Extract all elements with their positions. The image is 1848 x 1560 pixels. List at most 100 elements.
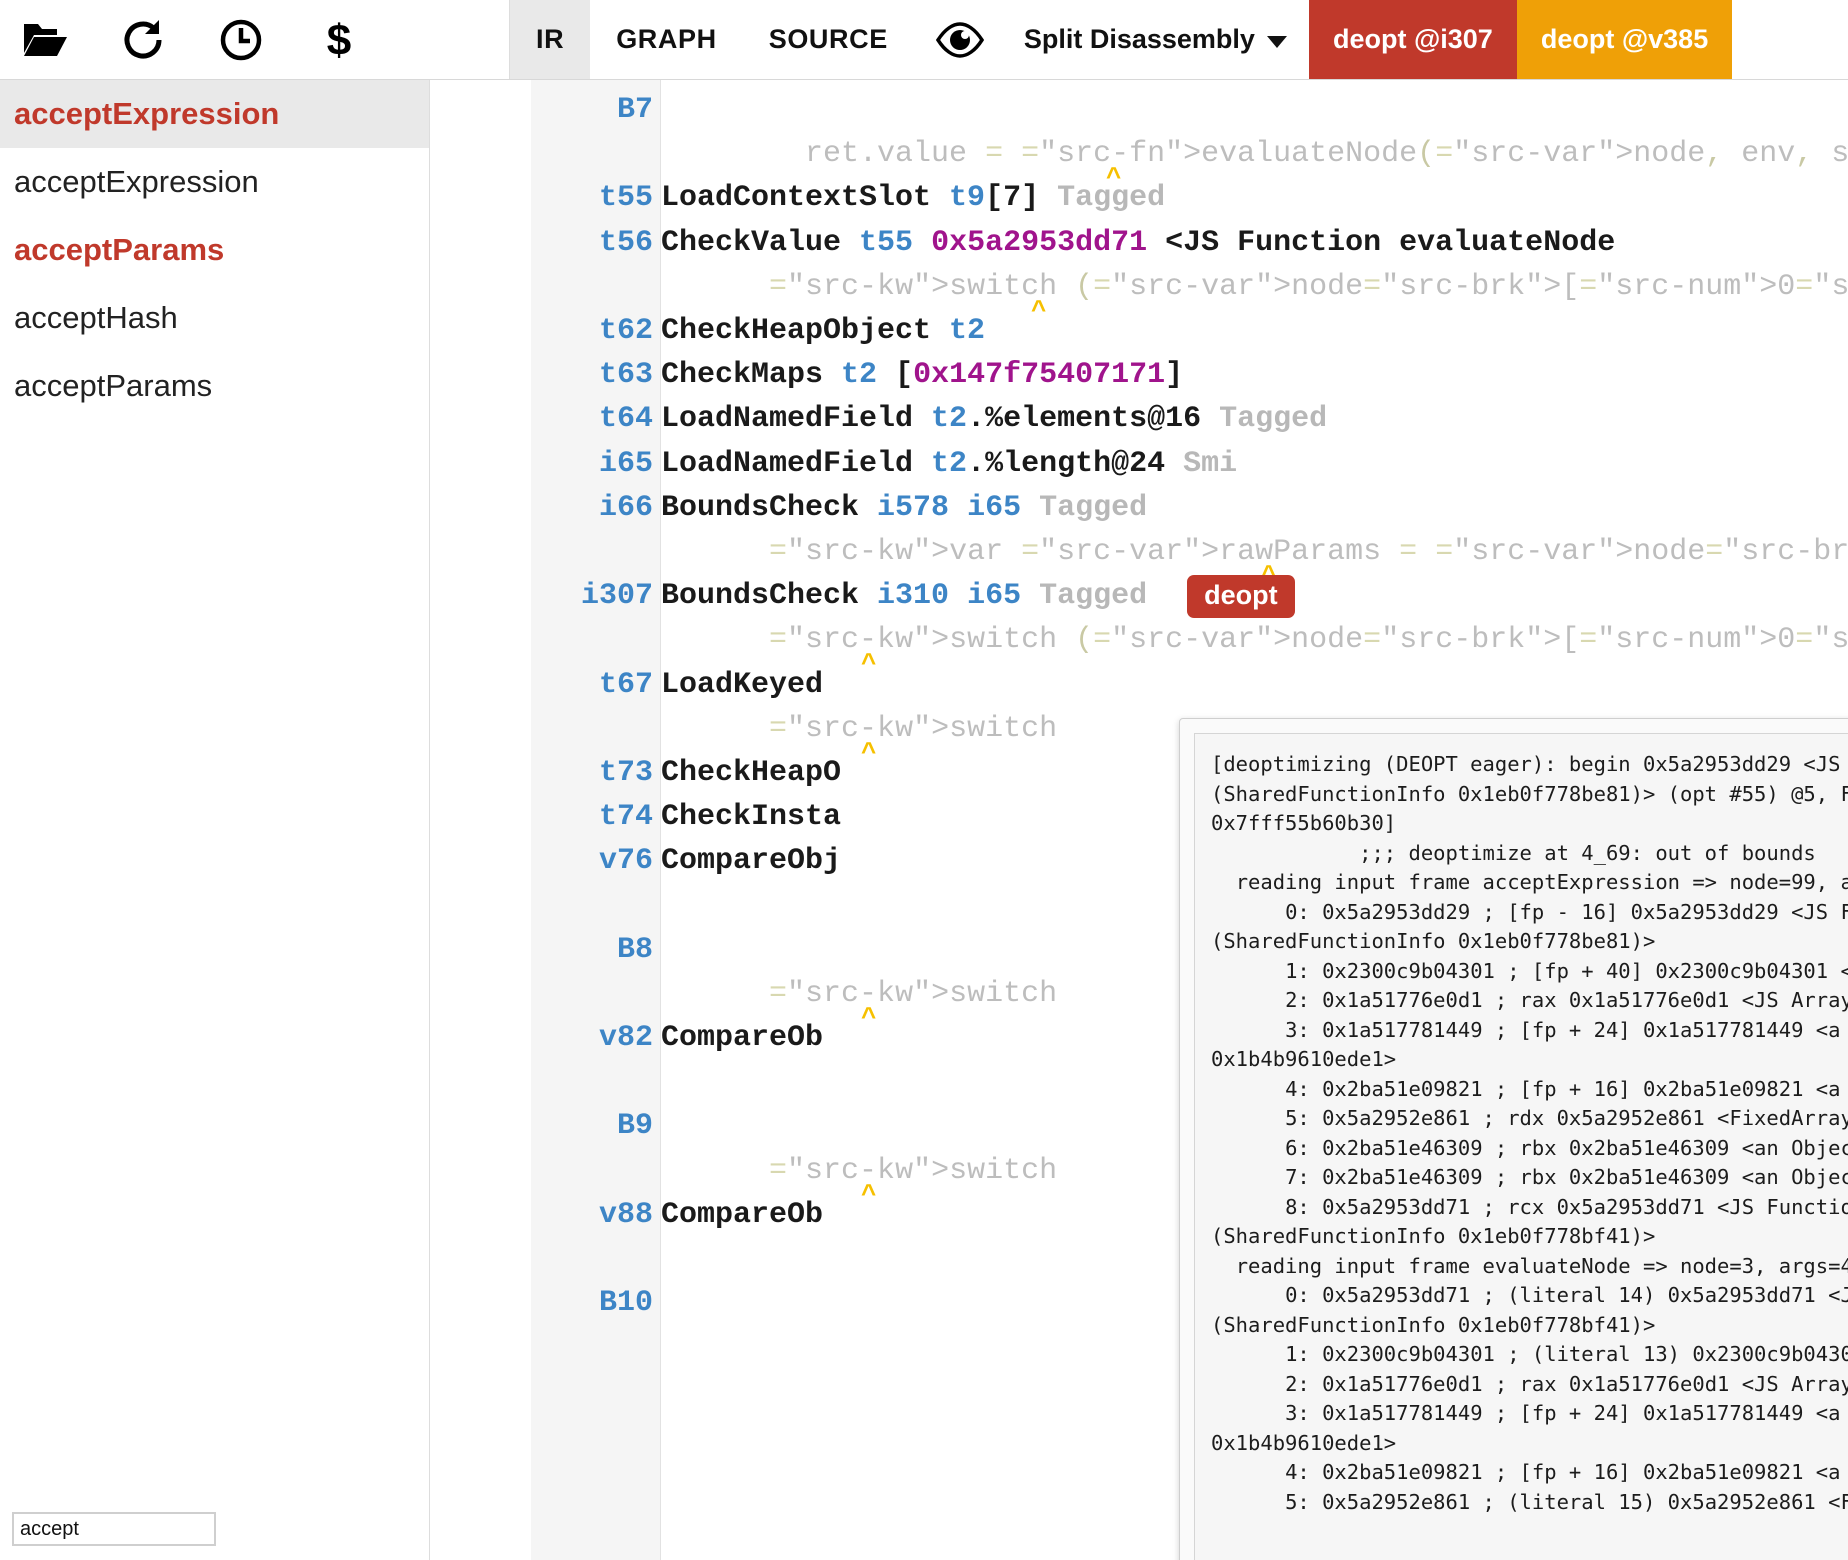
source-position-caret-icon: ^ [1031, 295, 1047, 326]
ir-instruction-row[interactable]: t55 LoadContextSlot t9[7] Tagged [431, 176, 1848, 220]
sidebar-item-1[interactable]: acceptExpression [0, 148, 429, 216]
function-sidebar: acceptExpression acceptExpression acceptPa… [0, 80, 430, 1560]
line-text: CompareOb [661, 1197, 824, 1232]
source-position-caret-icon: ^ [861, 649, 877, 680]
instruction-id: t73 [598, 755, 653, 790]
block-id: B10 [598, 1286, 653, 1321]
line-text: LoadNamedField t2.%elements@16 Tagged [661, 402, 1328, 437]
dollar-icon[interactable]: $ [316, 17, 362, 63]
source-line: ="src-kw">switch (="src-var">node="src-b… [431, 265, 1848, 326]
instruction-id: t67 [598, 667, 653, 702]
instruction-id: t74 [598, 800, 653, 835]
ir-block-label: B7 [431, 88, 1848, 132]
deopt-tab-v385[interactable]: deopt @v385 [1516, 0, 1733, 79]
instruction-id: t55 [598, 181, 653, 216]
tab-ir[interactable]: IR [510, 0, 591, 79]
ir-instruction-row[interactable]: i66 BoundsCheck i578 i65 Tagged [431, 486, 1848, 530]
sidebar-item-label: acceptExpression [14, 96, 280, 131]
instruction-id: t62 [598, 314, 653, 349]
line-text: ="src-kw">switch ^ [769, 1153, 1058, 1210]
sidebar-item-3[interactable]: acceptHash [0, 284, 429, 352]
source-line: ="src-kw">switch (="src-var">node="src-b… [431, 618, 1848, 680]
chevron-down-icon [1266, 35, 1287, 48]
source-position-caret-icon: ^ [861, 1179, 877, 1210]
sidebar-item-label: acceptHash [14, 300, 178, 335]
instruction-id: t56 [598, 225, 653, 260]
line-text: CheckHeapO [661, 755, 842, 790]
deopt-badge[interactable]: deopt [1187, 574, 1295, 618]
line-text: ="src-kw">switch ^ [769, 711, 1058, 768]
top-toolbar: $ IR GRAPH SOURCE Split Disassembly deop… [0, 0, 1848, 80]
ir-instruction-row[interactable]: t56 CheckValue t55 0x5a2953dd71 <JS Funct… [431, 221, 1848, 265]
line-text: ret.value = ="src-fn">evaluateNode(="src… [661, 137, 1848, 194]
source-line: ret.value = ="src-fn">evaluateNode(="src… [431, 132, 1848, 194]
block-id: B7 [616, 93, 653, 128]
instruction-id: t64 [598, 402, 653, 437]
sidebar-item-label: acceptParams [14, 232, 225, 267]
deopt-log-text: [deoptimizing (DEOPT eager): begin 0x5a2… [1211, 752, 1848, 1514]
app-root: $ IR GRAPH SOURCE Split Disassembly deop… [0, 0, 1848, 1560]
line-text: LoadKeyed [661, 667, 824, 702]
tool-icon-group: $ [0, 0, 510, 79]
instruction-id: v88 [598, 1197, 653, 1232]
tooltip-body: [deoptimizing (DEOPT eager): begin 0x5a2… [1194, 733, 1848, 1560]
clock-icon[interactable] [218, 17, 264, 63]
source-position-caret-icon: ^ [861, 737, 877, 768]
eye-icon[interactable] [913, 0, 1006, 79]
deopt-tooltip: [deoptimizing (DEOPT eager): begin 0x5a2… [1179, 718, 1848, 1560]
line-text: CheckValue t55 0x5a2953dd71 <JS Function… [661, 225, 1616, 260]
ir-instruction-row[interactable]: i307 BoundsCheck i310 i65 Tagged deopt [431, 574, 1848, 618]
line-text: CheckInsta [661, 800, 842, 835]
line-text: BoundsCheck i578 i65 Tagged [661, 490, 1148, 525]
svg-text:$: $ [327, 17, 351, 63]
line-text: ="src-kw">switch (="src-var">node="src-b… [769, 623, 1848, 680]
source-position-caret-icon: ^ [861, 1002, 877, 1033]
sidebar-item-label: acceptParams [14, 368, 213, 403]
ir-instruction-row[interactable]: t64 LoadNamedField t2.%elements@16 Tagged [431, 397, 1848, 441]
sidebar-item-2[interactable]: acceptParams [0, 216, 429, 284]
deopt-tab-i307-label: deopt @i307 [1332, 24, 1493, 54]
line-text: CompareObj [661, 844, 842, 879]
instruction-id: v82 [598, 1021, 653, 1056]
block-id: B8 [616, 932, 653, 967]
line-text: LoadNamedField t2.%length@24 Smi [661, 446, 1238, 481]
line-text: ="src-kw">switch ^ [769, 976, 1058, 1033]
line-text: LoadContextSlot t9[7] Tagged [661, 181, 1166, 216]
tab-source-label: SOURCE [768, 24, 888, 54]
instruction-id: i65 [598, 446, 653, 481]
sidebar-item-label: acceptExpression [14, 164, 259, 199]
open-folder-icon[interactable] [22, 17, 68, 63]
ir-instruction-row[interactable]: i65 LoadNamedField t2.%length@24 Smi [431, 442, 1848, 486]
sidebar-item-4[interactable]: acceptParams [0, 352, 429, 420]
ir-instruction-row[interactable]: t63 CheckMaps t2 [0x147f75407171] [431, 353, 1848, 397]
view-tabs: IR GRAPH SOURCE Split Disassembly deopt … [510, 0, 1733, 79]
line-text: CheckMaps t2 [0x147f75407171] [661, 358, 1184, 393]
source-line: ="src-kw">var ="src-var">rawParams = ="s… [431, 530, 1848, 591]
tab-ir-label: IR [536, 24, 565, 54]
tab-graph[interactable]: GRAPH [590, 0, 743, 79]
line-text: ="src-kw">var ="src-var">rawParams = ="s… [661, 535, 1848, 591]
line-text: BoundsCheck i310 i65 Tagged [661, 579, 1148, 614]
deopt-tab-v385-label: deopt @v385 [1540, 24, 1709, 54]
line-text: CompareOb [661, 1021, 824, 1056]
tooltip-pointer [1585, 719, 1629, 720]
ir-instruction-row[interactable]: t62 CheckHeapObject t2 [431, 309, 1848, 353]
split-disassembly-select[interactable]: Split Disassembly [1006, 0, 1309, 79]
instruction-id: i66 [598, 490, 653, 525]
deopt-tab-i307[interactable]: deopt @i307 [1308, 0, 1517, 79]
ir-code-pane[interactable]: B7 ret.value = ="src-fn">evaluateNode(="… [431, 80, 1848, 1560]
instruction-id: t63 [598, 358, 653, 393]
function-list: acceptExpression acceptExpression acceptPa… [0, 80, 429, 420]
ir-instruction-row[interactable]: t67 LoadKeyed [431, 662, 1848, 706]
line-text: CheckHeapObject t2 [661, 314, 986, 349]
sidebar-item-0[interactable]: acceptExpression [0, 80, 429, 148]
search-input[interactable] [12, 1512, 216, 1546]
tab-graph-label: GRAPH [616, 24, 717, 54]
reload-icon[interactable] [120, 17, 166, 63]
block-id: B9 [616, 1109, 653, 1144]
instruction-id: v76 [598, 844, 653, 879]
line-text: ="src-kw">switch (="src-var">node="src-b… [769, 269, 1848, 326]
tab-source[interactable]: SOURCE [742, 0, 914, 79]
instruction-id: i307 [580, 579, 653, 614]
split-disassembly-label: Split Disassembly [1023, 24, 1255, 54]
